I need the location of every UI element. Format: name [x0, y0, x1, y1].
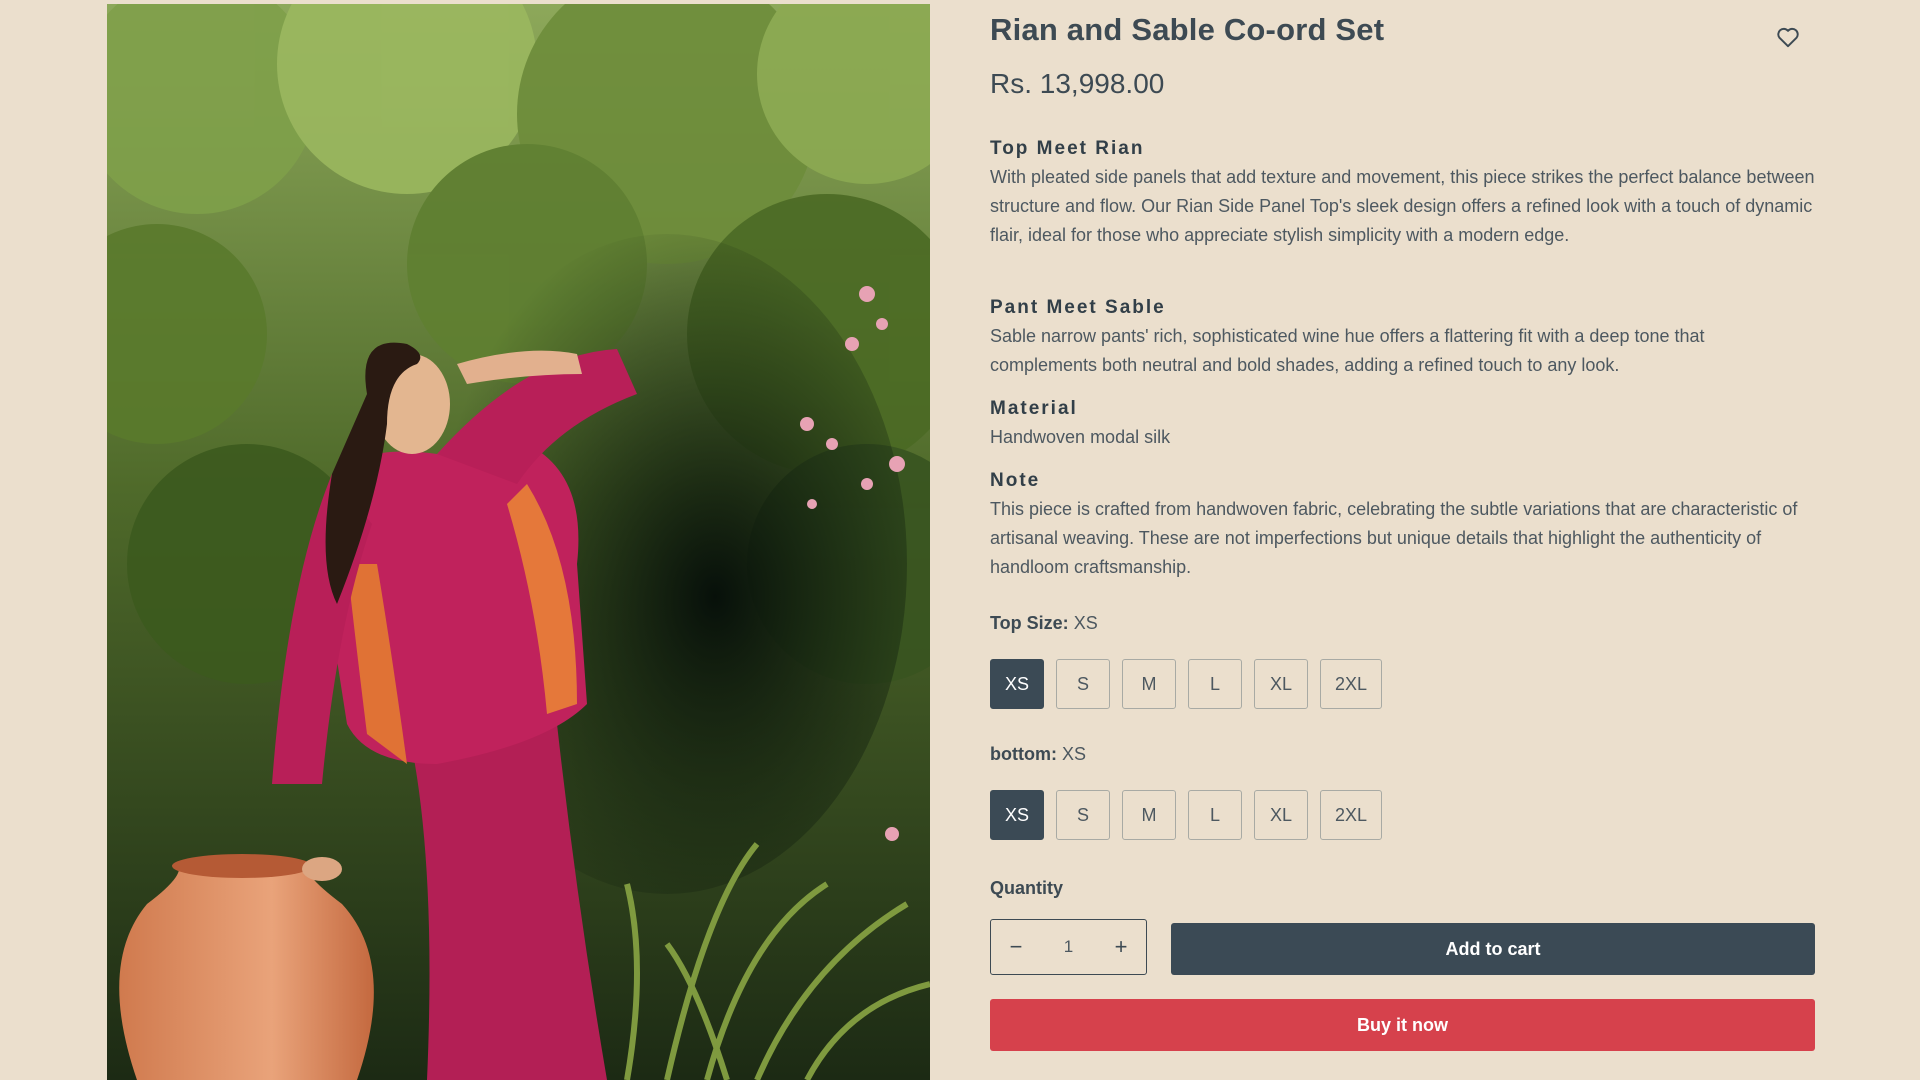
- bottom-size-option[interactable]: 2XL: [1320, 790, 1382, 840]
- quantity-stepper: − 1 +: [990, 919, 1147, 975]
- bottom-size-selector: XS S M L XL 2XL: [990, 790, 1382, 840]
- top-size-selected-value: XS: [1073, 613, 1098, 633]
- section-text: This piece is crafted from handwoven fab…: [990, 499, 1798, 577]
- product-photo: [107, 4, 930, 1080]
- section-text: Sable narrow pants' rich, sophisticated …: [990, 326, 1705, 375]
- bottom-size-option[interactable]: XL: [1254, 790, 1308, 840]
- quantity-input[interactable]: 1: [1064, 937, 1073, 957]
- bottom-size-option[interactable]: M: [1122, 790, 1176, 840]
- description-top: Top Meet Rian With pleated side panels t…: [990, 135, 1816, 250]
- top-size-selector: XS S M L XL 2XL: [990, 659, 1382, 709]
- quantity-decrease-button[interactable]: −: [1003, 934, 1029, 960]
- add-to-cart-button[interactable]: Add to cart: [1171, 923, 1815, 975]
- heart-icon: [1777, 27, 1799, 48]
- bottom-size-option[interactable]: XS: [990, 790, 1044, 840]
- section-heading: Pant Meet Sable: [990, 297, 1166, 318]
- buy-now-button[interactable]: Buy it now: [990, 999, 1815, 1051]
- section-heading: Material: [990, 398, 1078, 419]
- section-text: Handwoven modal silk: [990, 427, 1171, 447]
- section-heading: Top Meet Rian: [990, 138, 1145, 159]
- bottom-size-option[interactable]: S: [1056, 790, 1110, 840]
- bottom-size-selected-value: XS: [1062, 744, 1087, 764]
- description-note: Note This piece is crafted from handwove…: [990, 467, 1816, 582]
- bottom-size-option[interactable]: L: [1188, 790, 1242, 840]
- top-size-option[interactable]: XS: [990, 659, 1044, 709]
- top-size-label-text: Top Size:: [990, 613, 1069, 633]
- top-size-label: Top Size: XS: [990, 613, 1098, 634]
- description-pant: Pant Meet Sable Sable narrow pants' rich…: [990, 294, 1816, 380]
- section-text: With pleated side panels that add textur…: [990, 167, 1815, 245]
- top-size-option[interactable]: L: [1188, 659, 1242, 709]
- product-price: Rs. 13,998.00: [990, 68, 1165, 99]
- bottom-size-label-text: bottom:: [990, 744, 1057, 764]
- quantity-label: Quantity: [990, 878, 1064, 898]
- top-size-option[interactable]: S: [1056, 659, 1110, 709]
- product-image[interactable]: [107, 4, 930, 1080]
- section-heading: Note: [990, 470, 1041, 491]
- quantity-increase-button[interactable]: +: [1108, 934, 1134, 960]
- top-size-option[interactable]: 2XL: [1320, 659, 1382, 709]
- top-size-option[interactable]: XL: [1254, 659, 1308, 709]
- product-title: Rian and Sable Co-ord Set: [990, 12, 1385, 47]
- bottom-size-label: bottom: XS: [990, 744, 1086, 765]
- description-material: Material Handwoven modal silk: [990, 395, 1816, 452]
- wishlist-button[interactable]: [1775, 24, 1801, 50]
- top-size-option[interactable]: M: [1122, 659, 1176, 709]
